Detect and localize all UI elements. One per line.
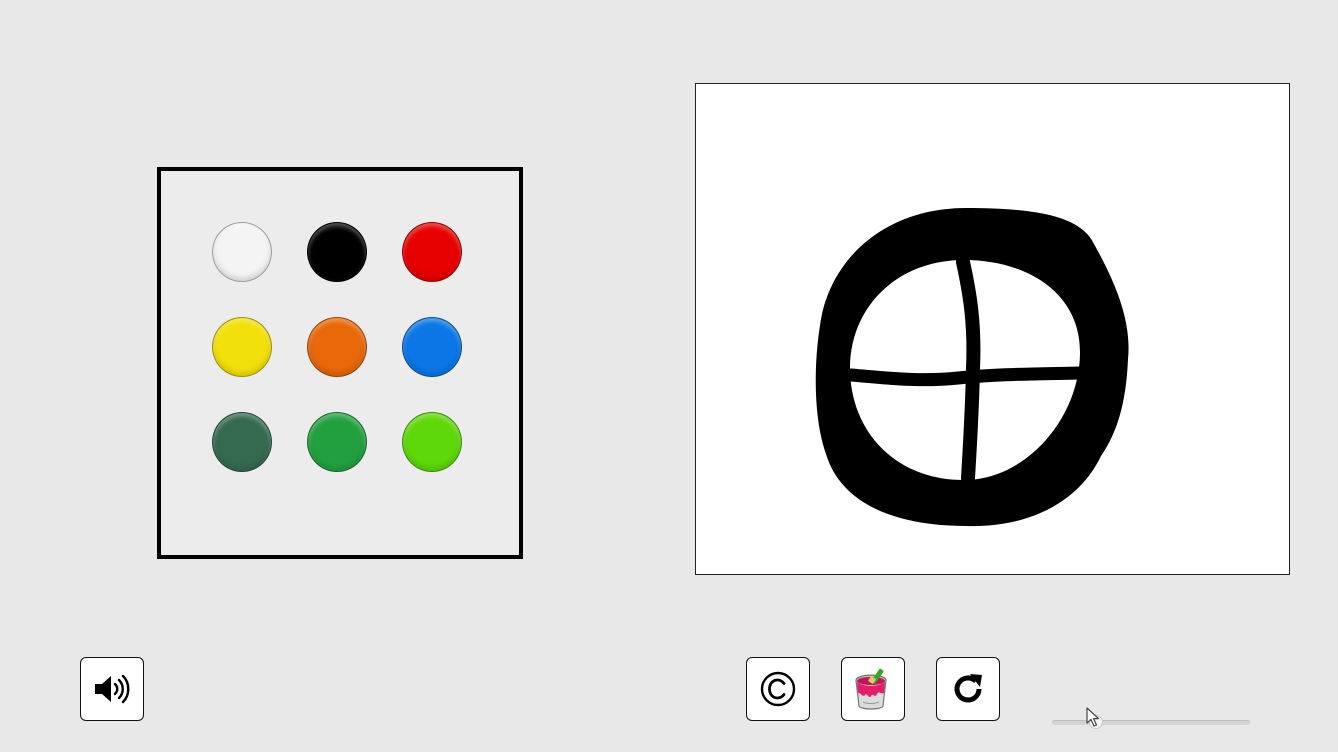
speaker-icon — [95, 674, 130, 704]
color-swatch-red[interactable] — [402, 222, 462, 282]
drawn-horizontal-line — [844, 366, 1087, 387]
color-palette — [157, 167, 523, 559]
color-swatch-green[interactable] — [307, 412, 367, 472]
sound-button[interactable] — [80, 657, 144, 721]
color-swatch-lime[interactable] — [402, 412, 462, 472]
fill-button[interactable] — [841, 657, 905, 721]
paint-bucket-icon — [855, 668, 887, 710]
color-swatch-orange[interactable] — [307, 317, 367, 377]
refresh-icon — [954, 674, 982, 703]
reset-button[interactable] — [936, 657, 1000, 721]
drawing — [815, 208, 1129, 527]
drawn-vertical-line — [956, 255, 981, 485]
color-swatch-blue[interactable] — [402, 317, 462, 377]
copyright-icon — [760, 671, 796, 707]
drawing-canvas[interactable] — [695, 83, 1290, 575]
slider-thumb[interactable] — [1088, 715, 1103, 729]
color-swatch-dark-green[interactable] — [212, 412, 272, 472]
color-swatch-yellow[interactable] — [212, 317, 272, 377]
color-swatch-black[interactable] — [307, 222, 367, 282]
brush-size-slider[interactable] — [1052, 715, 1250, 729]
copyright-button[interactable] — [746, 657, 810, 721]
color-swatch-white[interactable] — [212, 222, 272, 282]
drawing-app — [0, 0, 1338, 752]
